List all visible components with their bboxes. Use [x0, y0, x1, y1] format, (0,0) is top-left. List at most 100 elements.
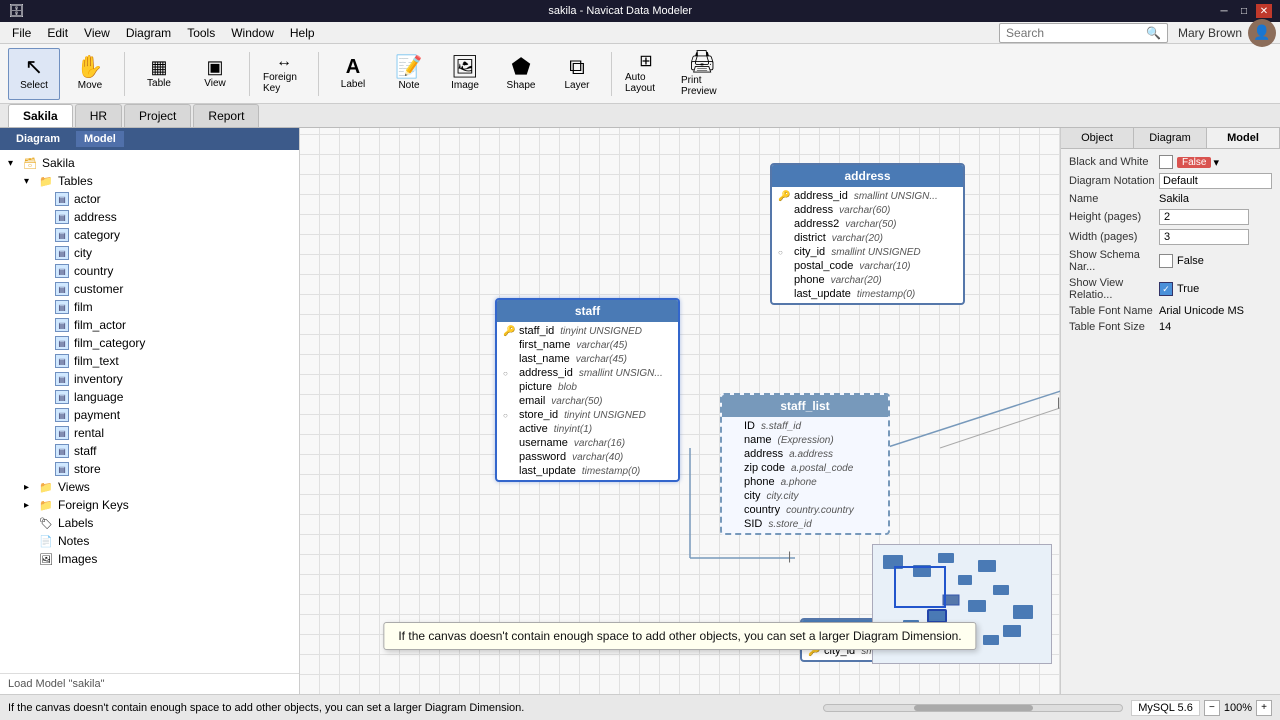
menu-diagram[interactable]: Diagram — [118, 24, 179, 42]
notes-section: 📄 Notes — [4, 532, 295, 550]
sidebar-item-film-actor[interactable]: ▤ film_actor — [36, 316, 295, 334]
table-staff[interactable]: staff 🔑 staff_id tinyint UNSIGNED first_… — [495, 298, 680, 482]
main-area: Diagram Model ▾ 🗃 Sakila ▾ 📁 Tables — [0, 128, 1280, 694]
tab-project[interactable]: Project — [124, 104, 191, 127]
sidebar-item-actor[interactable]: ▤ actor — [36, 190, 295, 208]
print-preview-button[interactable]: 🖨 Print Preview — [676, 48, 728, 100]
name-row: Name Sakila — [1069, 193, 1272, 205]
table-name-category: category — [74, 228, 120, 242]
menu-tools[interactable]: Tools — [179, 24, 223, 42]
menu-view[interactable]: View — [76, 24, 118, 42]
sidebar-item-city[interactable]: ▤ city — [36, 244, 295, 262]
sidebar-item-customer[interactable]: ▤ customer — [36, 280, 295, 298]
sidebar-item-address[interactable]: ▤ address — [36, 208, 295, 226]
shape-button[interactable]: ⬟ Shape — [495, 48, 547, 100]
table-row: address varchar(60) — [772, 203, 963, 217]
tree-views[interactable]: ▸ 📁 Views — [20, 478, 295, 496]
view-staff-list[interactable]: staff_list ID s.staff_id name (Expressio… — [720, 393, 890, 535]
zoom-out-button[interactable]: − — [1204, 700, 1220, 716]
layer-button[interactable]: ⧉ Layer — [551, 48, 603, 100]
expand-arrow[interactable]: ▾ — [8, 158, 20, 169]
diagram-notation-value[interactable]: Default — [1159, 173, 1272, 189]
table-row: address a.address — [722, 447, 888, 461]
table-row: city city.city — [722, 489, 888, 503]
width-pages-input[interactable] — [1159, 229, 1249, 245]
table-name-customer: customer — [74, 282, 123, 296]
menu-help[interactable]: Help — [282, 24, 323, 42]
tab-hr[interactable]: HR — [75, 104, 122, 127]
table-name-actor: actor — [74, 192, 101, 206]
table-staff-header: staff — [497, 300, 678, 322]
table-address[interactable]: address 🔑 address_id smallint UNSIGN... … — [770, 163, 965, 305]
search-input[interactable] — [1006, 26, 1146, 40]
table-font-size-row: Table Font Size 14 — [1069, 321, 1272, 333]
sidebar-tab-model[interactable]: Model — [76, 131, 124, 147]
dropdown-arrow-icon[interactable]: ▾ — [1213, 156, 1219, 169]
sidebar-tab-diagram[interactable]: Diagram — [8, 131, 68, 147]
table-row: last_name varchar(45) — [497, 352, 678, 366]
close-button[interactable]: ✕ — [1256, 4, 1272, 18]
table-row: postal_code varchar(10) — [772, 259, 963, 273]
rpanel-tab-object[interactable]: Object — [1061, 128, 1134, 148]
menu-file[interactable]: File — [4, 24, 39, 42]
sidebar-tree[interactable]: ▾ 🗃 Sakila ▾ 📁 Tables ▤ actor — [0, 150, 299, 673]
sidebar-item-film[interactable]: ▤ film — [36, 298, 295, 316]
views-section: ▸ 📁 Views — [4, 478, 295, 496]
auto-layout-button[interactable]: ⊞ Auto Layout — [620, 48, 672, 100]
zoom-in-button[interactable]: + — [1256, 700, 1272, 716]
rpanel-tab-diagram[interactable]: Diagram — [1134, 128, 1207, 148]
show-schema-checkbox[interactable] — [1159, 254, 1173, 268]
views-arrow[interactable]: ▸ — [24, 482, 36, 493]
menu-window[interactable]: Window — [223, 24, 282, 42]
scrollbar-thumb[interactable] — [914, 705, 1033, 711]
tree-images[interactable]: 🖼 Images — [20, 550, 295, 568]
tab-sakila[interactable]: Sakila — [8, 104, 73, 127]
label-button[interactable]: A Label — [327, 48, 379, 100]
tab-report[interactable]: Report — [193, 104, 259, 127]
rpanel-tab-model[interactable]: Model — [1207, 128, 1280, 148]
canvas[interactable]: | ○ | address 🔑 address_id smallint UNSI… — [300, 128, 1060, 694]
height-pages-input[interactable] — [1159, 209, 1249, 225]
search-box[interactable]: 🔍 — [999, 23, 1168, 43]
canvas-area[interactable]: | ○ | address 🔑 address_id smallint UNSI… — [300, 128, 1060, 694]
maximize-button[interactable]: □ — [1236, 4, 1252, 18]
minimize-button[interactable]: ─ — [1216, 4, 1232, 18]
move-label: Move — [78, 80, 102, 91]
table-name-language: language — [74, 390, 123, 404]
table-button[interactable]: ▦ Table — [133, 48, 185, 100]
black-white-checkbox[interactable] — [1159, 155, 1173, 169]
foreign-key-button[interactable]: ↔ Foreign Key — [258, 48, 310, 100]
fk-arrow[interactable]: ▸ — [24, 500, 36, 511]
note-button[interactable]: 📝 Note — [383, 48, 435, 100]
tree-notes[interactable]: 📄 Notes — [20, 532, 295, 550]
select-button[interactable]: ↖ Select — [8, 48, 60, 100]
sidebar-item-inventory[interactable]: ▤ inventory — [36, 370, 295, 388]
sidebar-item-language[interactable]: ▤ language — [36, 388, 295, 406]
table-icon-rental: ▤ — [54, 425, 70, 441]
menu-edit[interactable]: Edit — [39, 24, 76, 42]
sidebar-item-payment[interactable]: ▤ payment — [36, 406, 295, 424]
sidebar-footer: Load Model "sakila" — [0, 673, 299, 694]
sidebar-item-film-category[interactable]: ▤ film_category — [36, 334, 295, 352]
table-name-film-category: film_category — [74, 336, 145, 350]
table-row: last_update timestamp(0) — [497, 464, 678, 478]
toolbar-sep-1 — [124, 52, 125, 96]
sidebar-item-country[interactable]: ▤ country — [36, 262, 295, 280]
tree-foreign-keys[interactable]: ▸ 📁 Foreign Keys — [20, 496, 295, 514]
sidebar-item-store[interactable]: ▤ store — [36, 460, 295, 478]
sidebar-item-staff[interactable]: ▤ staff — [36, 442, 295, 460]
sidebar-item-film-text[interactable]: ▤ film_text — [36, 352, 295, 370]
tree-tables[interactable]: ▾ 📁 Tables — [20, 172, 295, 190]
image-label: Image — [451, 80, 479, 91]
sidebar-item-rental[interactable]: ▤ rental — [36, 424, 295, 442]
move-button[interactable]: ✋ Move — [64, 48, 116, 100]
tree-labels[interactable]: 🏷 Labels — [20, 514, 295, 532]
show-view-checkbox[interactable]: ✓ — [1159, 282, 1173, 296]
tables-arrow[interactable]: ▾ — [24, 176, 36, 187]
tree-root-sakila[interactable]: ▾ 🗃 Sakila — [4, 154, 295, 172]
view-button[interactable]: ▣ View — [189, 48, 241, 100]
horizontal-scrollbar[interactable] — [823, 704, 1123, 712]
notes-label: Notes — [58, 534, 89, 548]
image-button[interactable]: 🖼 Image — [439, 48, 491, 100]
sidebar-item-category[interactable]: ▤ category — [36, 226, 295, 244]
